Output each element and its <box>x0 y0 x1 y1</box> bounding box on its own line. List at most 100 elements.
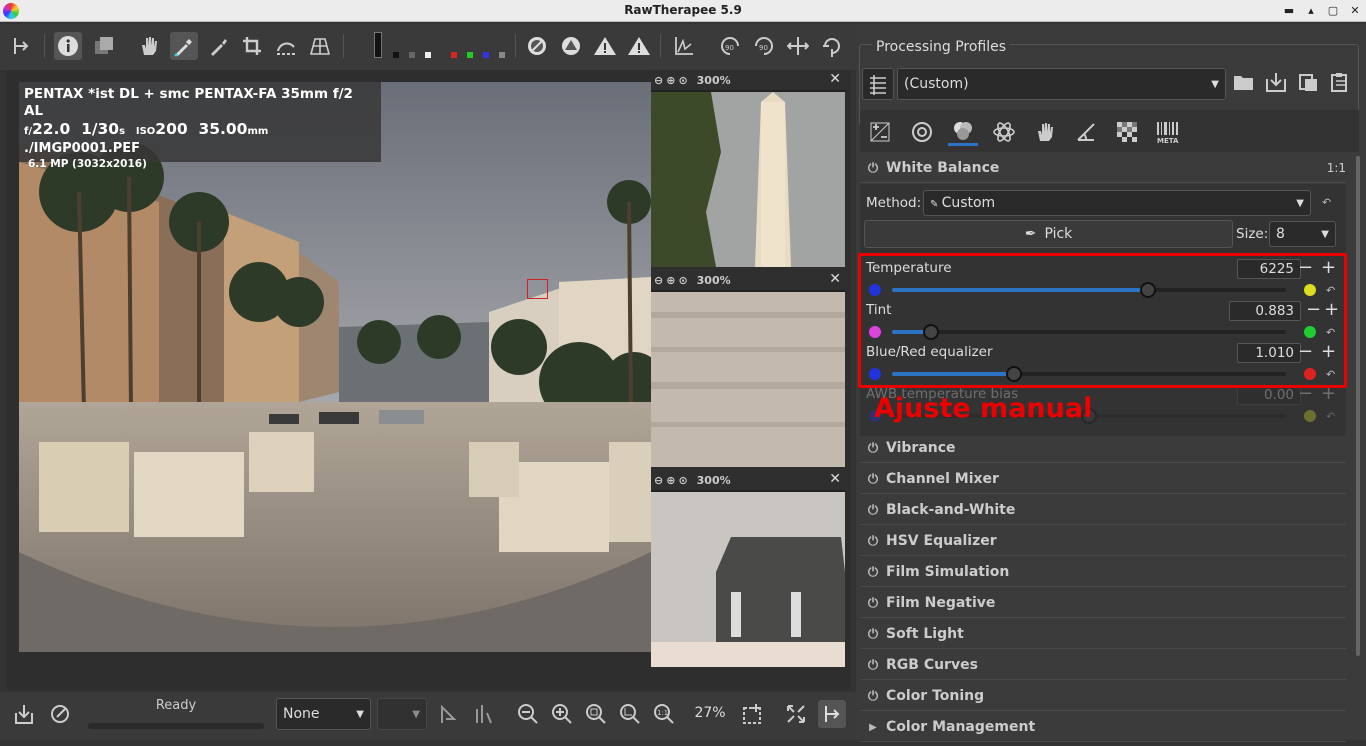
profile-list-icon[interactable] <box>862 68 894 100</box>
profile-combo[interactable]: (Custom) ▼ <box>897 68 1226 100</box>
zoom-in-icon[interactable]: ⊕ <box>666 74 675 87</box>
hand-tool-icon[interactable] <box>135 32 163 60</box>
tool-rgb-curves[interactable]: ⏻ RGB Curves <box>860 651 1346 680</box>
tool-soft-light[interactable]: ⏻ Soft Light <box>860 620 1346 649</box>
tab-detail-icon[interactable] <box>907 118 937 146</box>
tool-black-and-white[interactable]: ⏻ Black-and-White <box>860 496 1346 525</box>
zoom-100-icon[interactable]: ⊙ <box>678 74 687 87</box>
flip-vertical-icon[interactable] <box>818 32 846 60</box>
method-combo[interactable]: ✎ Custom ▼ <box>923 190 1311 216</box>
power-icon[interactable]: ⏻ <box>860 503 886 518</box>
copy-profile-icon[interactable] <box>1294 68 1322 96</box>
crop-icon[interactable] <box>238 32 266 60</box>
tool-hsv-equalizer[interactable]: ⏻ HSV Equalizer <box>860 527 1346 556</box>
power-icon[interactable]: ⏻ <box>860 161 886 176</box>
size-combo[interactable]: 8 ▼ <box>1269 221 1336 247</box>
zoom-fit-icon[interactable] <box>582 700 610 728</box>
color-picker-icon[interactable] <box>170 32 198 60</box>
zoom-100-icon[interactable]: ⊙ <box>678 474 687 487</box>
save-profile-icon[interactable] <box>1262 68 1290 96</box>
tool-channel-mixer[interactable]: ⏻ Channel Mixer <box>860 465 1346 494</box>
zoom-out-icon[interactable]: ⊖ <box>654 474 663 487</box>
maximize-button[interactable]: ▢ <box>1324 2 1342 20</box>
background-color-selector[interactable] <box>374 32 382 58</box>
tab-color-icon[interactable] <box>948 118 978 146</box>
paste-profile-icon[interactable] <box>1326 68 1354 96</box>
next-image-icon[interactable] <box>469 700 497 728</box>
tool-vibrance[interactable]: ⏻ Vibrance <box>860 434 1346 463</box>
straighten-icon[interactable] <box>272 32 300 60</box>
detail-window[interactable]: ⊖ ⊕ ⊙ 300% ✕ <box>651 270 845 467</box>
processing-queue-combo[interactable]: None ▼ <box>276 698 371 730</box>
focus-mask-icon[interactable] <box>523 32 551 60</box>
close-icon[interactable]: ✕ <box>829 71 841 87</box>
detail-window[interactable]: ⊖ ⊕ ⊙ 300% ✕ <box>651 70 845 267</box>
tool-panel-scrollbar[interactable] <box>1355 156 1361 746</box>
zoom-in-icon[interactable]: ⊕ <box>666 474 675 487</box>
expand-arrow-icon[interactable]: ▶ <box>860 722 886 733</box>
minimize-button[interactable]: ▬ <box>1280 2 1298 20</box>
power-icon[interactable]: ⏻ <box>860 689 886 704</box>
tool-film-negative[interactable]: ⏻ Film Negative <box>860 589 1346 618</box>
close-window-button[interactable]: ✕ <box>1346 2 1364 20</box>
spot-wb-icon[interactable] <box>205 32 233 60</box>
shadow-warning-icon[interactable] <box>625 32 653 60</box>
window-titlebar: RawTherapee 5.9 ▬ ▴ ▢ ✕ <box>0 0 1366 22</box>
reset-icon[interactable]: ↶ <box>1326 410 1335 423</box>
perspective-icon[interactable] <box>306 32 334 60</box>
tab-local-icon[interactable] <box>1030 118 1060 146</box>
preview-mode-combo[interactable]: ▼ <box>377 698 427 730</box>
info-icon[interactable] <box>54 32 82 60</box>
tab-transform-icon[interactable] <box>1071 118 1101 146</box>
awb-bias-input[interactable]: 0.00 <box>1237 385 1301 405</box>
close-icon[interactable]: ✕ <box>829 471 841 487</box>
hide-toolpanel-icon[interactable] <box>818 700 846 728</box>
tool-color-management[interactable]: ▶ Color Management <box>860 713 1346 742</box>
power-icon[interactable]: ⏻ <box>860 534 886 549</box>
tab-exposure-icon[interactable] <box>865 118 895 146</box>
tab-metadata-icon[interactable]: META <box>1153 118 1183 146</box>
zoom-out-icon[interactable] <box>514 700 542 728</box>
send-to-editor-icon[interactable] <box>46 700 74 728</box>
zoom-in-icon[interactable] <box>548 700 576 728</box>
detail-window[interactable]: ⊖ ⊕ ⊙ 300% ✕ <box>651 470 845 667</box>
hide-history-icon[interactable] <box>8 32 36 60</box>
save-image-icon[interactable] <box>10 700 38 728</box>
power-icon[interactable]: ⏻ <box>860 565 886 580</box>
power-icon[interactable]: ⏻ <box>860 472 886 487</box>
tool-film-simulation[interactable]: ⏻ Film Simulation <box>860 558 1346 587</box>
before-after-icon[interactable] <box>90 32 118 60</box>
zoom-out-icon[interactable]: ⊖ <box>654 274 663 287</box>
zoom-in-icon[interactable]: ⊕ <box>666 274 675 287</box>
detail-marker[interactable] <box>527 279 548 299</box>
tab-advanced-icon[interactable] <box>989 118 1019 146</box>
reset-icon[interactable]: ↶ <box>1322 196 1331 209</box>
zoom-out-icon[interactable]: ⊖ <box>654 74 663 87</box>
zoom-100-icon[interactable]: ⊙ <box>678 274 687 287</box>
new-detail-window-icon[interactable] <box>738 700 766 728</box>
status-text: Ready <box>155 698 197 713</box>
open-profile-icon[interactable] <box>1230 68 1258 96</box>
restore-button[interactable]: ▴ <box>1302 2 1320 20</box>
histogram-icon[interactable] <box>670 32 698 60</box>
previous-image-icon[interactable] <box>435 700 463 728</box>
tool-color-toning[interactable]: ⏻ Color Toning <box>860 682 1346 711</box>
tab-raw-icon[interactable] <box>1112 118 1142 146</box>
shadow-clip-icon[interactable] <box>557 32 585 60</box>
main-preview[interactable]: PENTAX *ist DL + smc PENTAX-FA 35mm f/2 … <box>19 82 651 652</box>
power-icon[interactable]: ⏻ <box>860 627 886 642</box>
highlight-warning-icon[interactable] <box>591 32 619 60</box>
pick-button[interactable]: ✒ Pick <box>864 220 1233 248</box>
close-icon[interactable]: ✕ <box>829 271 841 287</box>
power-icon[interactable]: ⏻ <box>860 596 886 611</box>
fullscreen-icon[interactable] <box>782 700 810 728</box>
power-icon[interactable]: ⏻ <box>860 658 886 673</box>
method-label: Method: <box>866 195 922 211</box>
zoom-fit-crop-icon[interactable] <box>616 700 644 728</box>
rotate-left-icon[interactable]: 90 <box>716 32 744 60</box>
white-balance-header[interactable]: ⏻ White Balance 1:1 <box>860 154 1346 183</box>
power-icon[interactable]: ⏻ <box>860 441 886 456</box>
flip-horizontal-icon[interactable] <box>784 32 812 60</box>
zoom-100-icon[interactable]: 1:1 <box>650 700 678 728</box>
rotate-right-icon[interactable]: 90 <box>750 32 778 60</box>
